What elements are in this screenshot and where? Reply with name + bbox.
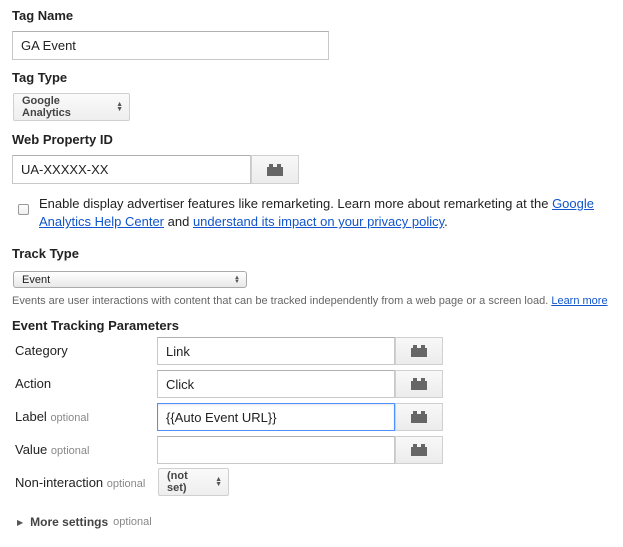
web-property-input[interactable] [12, 155, 251, 184]
non-interaction-optional: optional [106, 478, 146, 490]
value-label: Value optional [15, 442, 90, 457]
tag-type-select[interactable]: Google Analytics ▲ ▼ [13, 93, 130, 121]
advertiser-text: Enable display advertiser features like … [39, 196, 549, 211]
track-type-value: Event [22, 273, 51, 286]
label-macro-button[interactable] [395, 403, 443, 431]
tag-name-label: Tag Name [12, 8, 74, 23]
triangle-right-icon: ▶ [17, 517, 24, 527]
advertiser-and: and [167, 214, 190, 229]
track-type-label: Track Type [12, 246, 79, 261]
non-interaction-value: (not set) [167, 470, 188, 494]
advertiser-period: . [444, 214, 448, 229]
label-label: Label optional [15, 409, 89, 424]
value-input[interactable] [157, 436, 395, 464]
privacy-policy-link[interactable]: understand its impact on your privacy po… [193, 214, 444, 229]
tag-type-label: Tag Type [12, 70, 68, 85]
advertiser-features-text: Enable display advertiser features like … [39, 195, 619, 231]
action-macro-button[interactable] [395, 370, 443, 398]
category-input[interactable] [157, 337, 395, 365]
ga-help-center-link-part2[interactable]: Analytics Help Center [39, 214, 164, 229]
macro-brick-icon [411, 411, 427, 423]
category-label: Category [15, 343, 68, 358]
action-label: Action [15, 376, 52, 391]
more-settings-toggle[interactable]: ▶ More settings optional [17, 515, 152, 529]
label-input[interactable] [157, 403, 395, 431]
non-interaction-select[interactable]: (not set) ▲ ▼ [158, 468, 229, 496]
updown-arrows-icon: ▲ ▼ [234, 274, 240, 285]
advertiser-features-checkbox[interactable] [18, 204, 29, 215]
updown-arrows-icon: ▲ ▼ [116, 101, 123, 113]
event-params-heading: Event Tracking Parameters [12, 318, 179, 333]
action-input[interactable] [157, 370, 395, 398]
macro-brick-icon [411, 444, 427, 456]
tag-name-input[interactable] [12, 31, 329, 60]
ga-help-center-link-part1[interactable]: Google [552, 196, 594, 211]
macro-brick-icon [411, 378, 427, 390]
web-property-label: Web Property ID [12, 132, 113, 147]
macro-brick-icon [411, 345, 427, 357]
value-macro-button[interactable] [395, 436, 443, 464]
more-settings-optional: optional [113, 516, 152, 528]
track-type-select[interactable]: Event ▲ ▼ [13, 271, 247, 288]
web-property-macro-button[interactable] [251, 155, 299, 184]
track-type-help-text: Events are user interactions with conten… [12, 295, 549, 307]
track-type-help: Events are user interactions with conten… [12, 295, 608, 307]
macro-brick-icon [267, 163, 283, 176]
more-settings-label: More settings [30, 515, 109, 529]
label-optional: optional [50, 412, 89, 424]
updown-arrows-icon: ▲ ▼ [215, 476, 222, 488]
learn-more-link[interactable]: Learn more [551, 295, 607, 307]
value-optional: optional [50, 445, 90, 457]
category-macro-button[interactable] [395, 337, 443, 365]
non-interaction-label: Non-interaction optional [15, 475, 146, 490]
tag-type-value: Google Analytics [22, 95, 71, 119]
